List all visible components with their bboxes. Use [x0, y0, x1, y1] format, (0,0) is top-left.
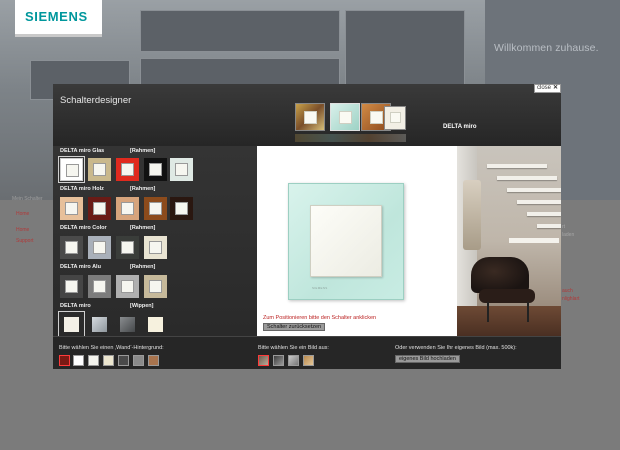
- nav-item-home-2[interactable]: Home: [16, 227, 29, 233]
- room-image-4[interactable]: [303, 355, 314, 366]
- wall-swatch-5[interactable]: [118, 355, 129, 366]
- logo-underline: [15, 34, 102, 37]
- swatch-color-cream[interactable]: [144, 236, 167, 259]
- own-image-label: Oder verwenden Sie Ihr eigenes Bild (max…: [395, 345, 517, 351]
- switch-rocker[interactable]: [310, 205, 382, 277]
- group-label-glas: DELTA miro Glas: [60, 148, 105, 154]
- siemens-logo[interactable]: SIEMENS: [15, 0, 102, 34]
- swatch-holz-cherry[interactable]: [88, 197, 111, 220]
- group-kind-wippen: [Wippen]: [130, 303, 154, 309]
- swatch-holz-wenge[interactable]: [170, 197, 193, 220]
- wall-swatch-6[interactable]: [133, 355, 144, 366]
- nav-item-support[interactable]: Support: [16, 238, 34, 244]
- series-thumb-glass[interactable]: [330, 103, 360, 131]
- dialog-header: Schalterdesigner DELTA miro: [53, 84, 561, 146]
- position-hint: Zum Positionieren bitte den Schalter ank…: [263, 315, 377, 321]
- swatch-holz-oak[interactable]: [144, 197, 167, 220]
- group-kind-holz: [Rahmen]: [130, 186, 156, 192]
- swatch-wippe-white[interactable]: [58, 311, 85, 338]
- dialog-title: Schalterdesigner: [60, 95, 132, 106]
- nav-item-home[interactable]: Home: [16, 211, 29, 217]
- swatch-alu-champagne[interactable]: [144, 275, 167, 298]
- frame-brand-text: SIEMENS: [312, 286, 328, 290]
- series-thumb-pattern[interactable]: [295, 103, 325, 131]
- side-text: rt: [562, 224, 566, 230]
- room-background-image: [457, 146, 561, 336]
- switch-preview: SIEMENS Zum Positionieren bitte den Scha…: [257, 146, 457, 336]
- wall-swatch-4[interactable]: [103, 355, 114, 366]
- room-image-1[interactable]: [258, 355, 269, 366]
- swatch-color-anthracite[interactable]: [60, 236, 83, 259]
- group-label-wippen: DELTA miro: [60, 303, 91, 309]
- wall-swatch-7[interactable]: [148, 355, 159, 366]
- swatch-alu-grey[interactable]: [88, 275, 111, 298]
- close-label: close: [537, 85, 552, 91]
- side-text: laden: [562, 232, 575, 238]
- swatch-alu-dark[interactable]: [60, 275, 83, 298]
- room-image-2[interactable]: [273, 355, 284, 366]
- switch-frame[interactable]: SIEMENS: [288, 183, 404, 300]
- swatch-wippe-dark[interactable]: [116, 313, 139, 336]
- swatch-color-graphite[interactable]: [116, 236, 139, 259]
- swatch-glas-white[interactable]: [58, 156, 85, 183]
- swatch-alu-silver[interactable]: [116, 275, 139, 298]
- swatch-wippe-cream[interactable]: [144, 313, 167, 336]
- swatch-holz-beech[interactable]: [116, 197, 139, 220]
- group-label-alu: DELTA miro Alu: [60, 264, 101, 270]
- group-kind-alu: [Rahmen]: [130, 264, 156, 270]
- swatch-glas-red[interactable]: [116, 158, 139, 181]
- frame-selector-panel: DELTA miro Glas [Rahmen] DELTA miro Holz…: [53, 146, 257, 338]
- reset-switch-button[interactable]: Schalter zurücksetzen: [263, 323, 326, 331]
- background-options-bar: Bitte wählen Sie einen ‚Wand‘-Hintergrun…: [53, 336, 561, 369]
- close-icon: ✕: [553, 85, 559, 91]
- image-select-label: Bitte wählen Sie ein Bild aus:: [258, 345, 329, 351]
- series-label: DELTA miro: [443, 124, 477, 130]
- group-label-holz: DELTA miro Holz: [60, 186, 104, 192]
- swatch-color-silver[interactable]: [88, 236, 111, 259]
- wall-swatch-3[interactable]: [88, 355, 99, 366]
- swatch-glas-sand[interactable]: [88, 158, 111, 181]
- side-link[interactable]: nlighlart: [562, 296, 580, 302]
- side-link[interactable]: auch: [562, 288, 573, 294]
- schalterdesigner-dialog: Schalterdesigner DELTA miro DELTA miro G…: [53, 84, 561, 369]
- wall-background-label: Bitte wählen Sie einen ‚Wand‘-Hintergrun…: [59, 345, 164, 351]
- series-reflection: [295, 134, 406, 142]
- swatch-glas-mint[interactable]: [170, 158, 193, 181]
- close-button[interactable]: close ✕: [534, 84, 561, 93]
- swatch-wippe-silver[interactable]: [88, 313, 111, 336]
- series-thumb-white[interactable]: [384, 106, 406, 130]
- upload-image-button[interactable]: eigenes Bild hochladen: [395, 355, 460, 363]
- swatch-holz-maple[interactable]: [60, 197, 83, 220]
- wall-swatch-1[interactable]: [59, 355, 70, 366]
- wall-swatch-2[interactable]: [73, 355, 84, 366]
- nav-heading: Mein Schalter: [12, 196, 43, 202]
- group-label-color: DELTA miro Color: [60, 225, 107, 231]
- group-kind-color: [Rahmen]: [130, 225, 156, 231]
- group-kind-glas: [Rahmen]: [130, 148, 156, 154]
- welcome-text: Willkommen zuhause.: [494, 42, 599, 54]
- room-image-3[interactable]: [288, 355, 299, 366]
- swatch-glas-black[interactable]: [144, 158, 167, 181]
